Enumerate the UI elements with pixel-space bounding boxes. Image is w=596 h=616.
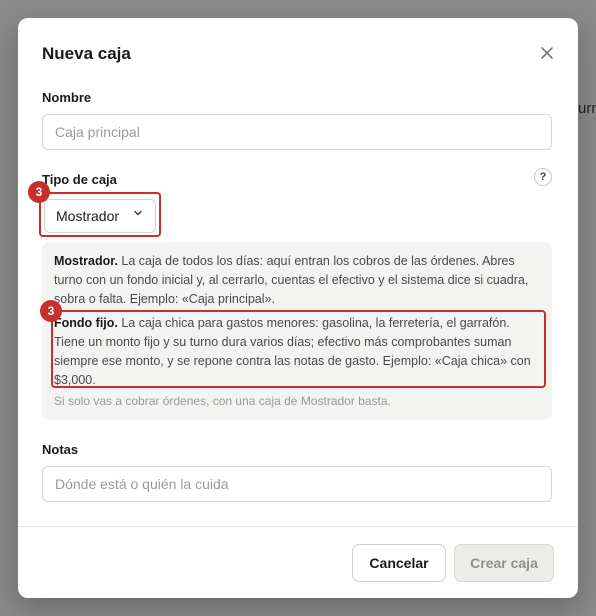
- backdrop-text: urn: [578, 100, 596, 117]
- cancel-button[interactable]: Cancelar: [352, 544, 446, 582]
- new-cashbox-dialog: Nueva caja Nombre Tipo de caja ? Mostrad…: [18, 18, 578, 598]
- info-hint: Si solo vas a cobrar órdenes, con una ca…: [54, 394, 391, 408]
- annotation-badge-fondo-fijo: 3: [40, 300, 62, 322]
- mostrador-text: La caja de todos los días: aquí entran l…: [54, 254, 529, 306]
- close-button[interactable]: [538, 44, 556, 62]
- footer-divider: [18, 526, 578, 527]
- dialog-title: Nueva caja: [42, 44, 131, 63]
- create-cashbox-button[interactable]: Crear caja: [454, 544, 554, 582]
- annotation-badge-select: 3: [28, 181, 50, 203]
- notas-input[interactable]: [42, 466, 552, 502]
- annotation-box-select: [39, 192, 161, 237]
- mostrador-title: Mostrador.: [54, 254, 118, 268]
- nombre-label: Nombre: [42, 90, 92, 105]
- help-button[interactable]: ?: [534, 168, 552, 186]
- annotation-box-fondo-fijo: [51, 310, 546, 388]
- close-icon: [541, 47, 553, 59]
- tipo-de-caja-label: Tipo de caja: [42, 172, 117, 187]
- nombre-input[interactable]: [42, 114, 552, 150]
- mostrador-description: Mostrador. La caja de todos los días: aq…: [54, 252, 542, 309]
- notas-label: Notas: [42, 442, 79, 457]
